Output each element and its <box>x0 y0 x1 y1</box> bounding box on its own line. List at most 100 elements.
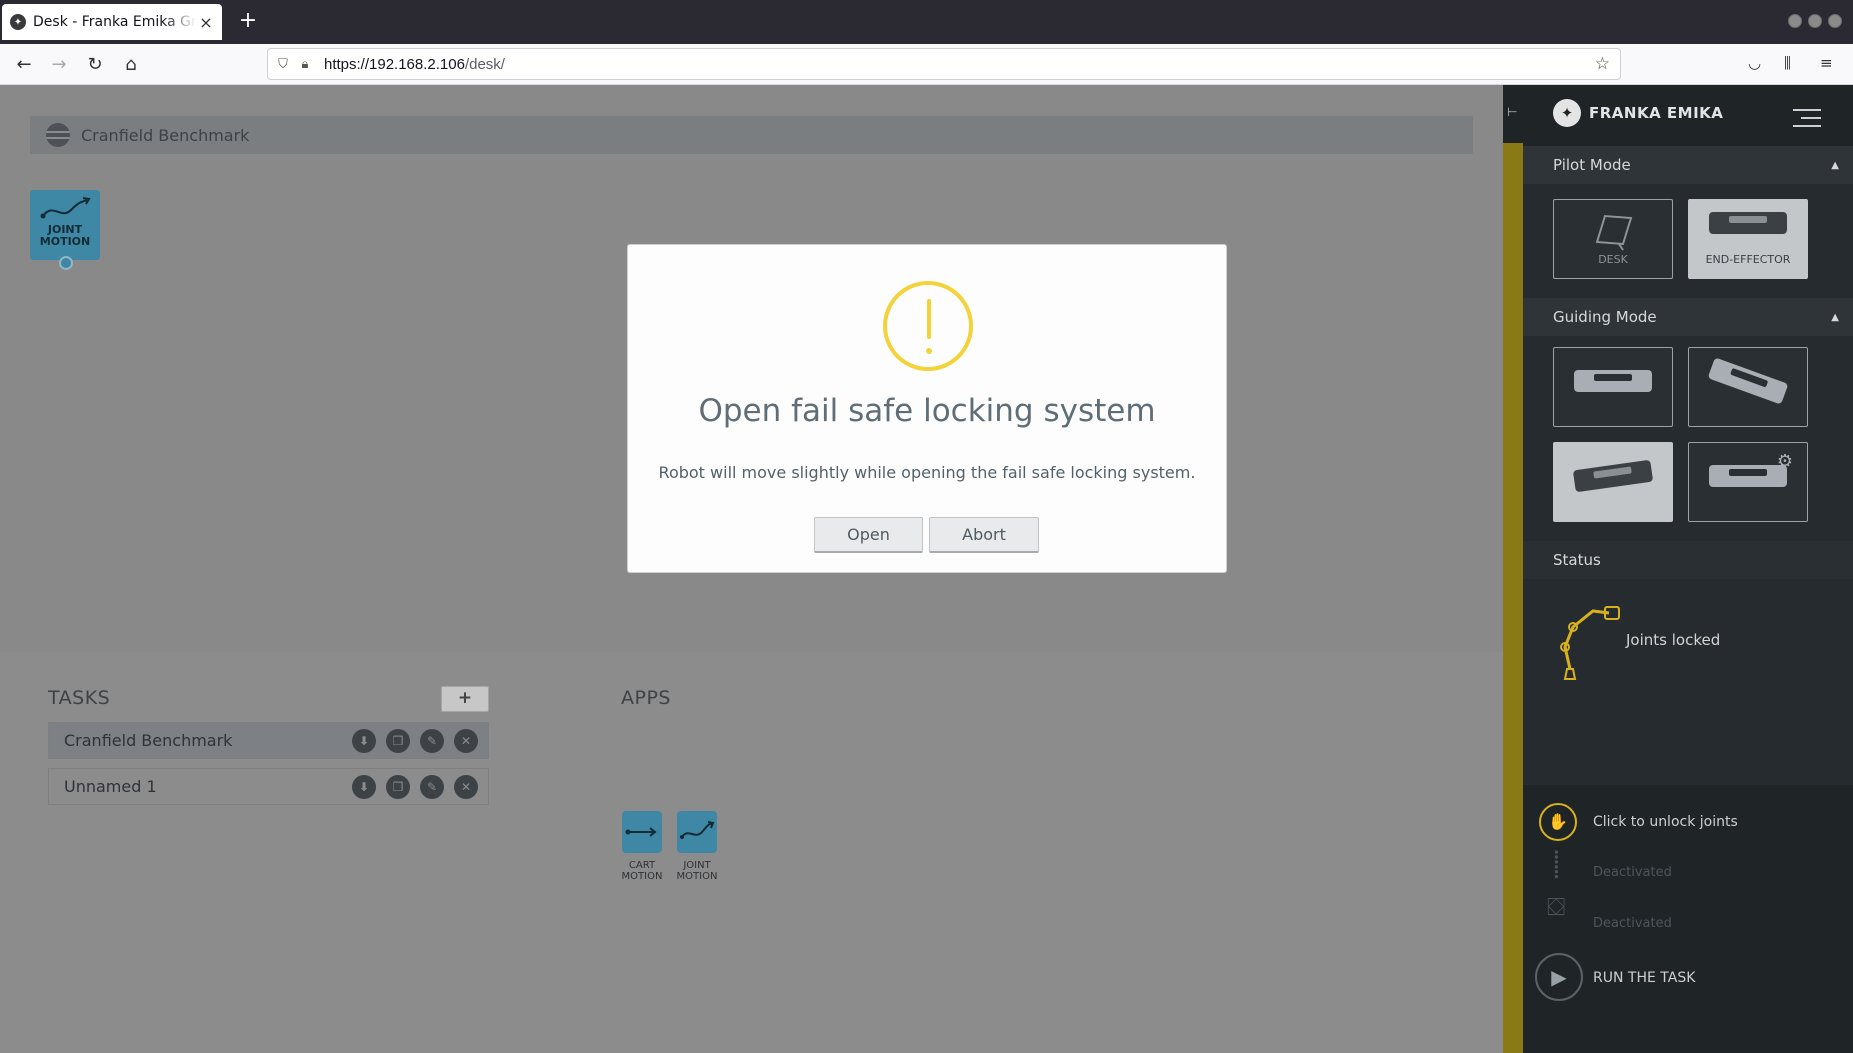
url-text: https://192.168.2.106/desk/ <box>324 56 505 73</box>
guiding-translation-button[interactable] <box>1553 347 1673 427</box>
task-row-cranfield-benchmark[interactable]: Cranfield Benchmark ⬇ ❐ ✎ ✕ <box>48 722 489 759</box>
delete-x-icon[interactable]: ✕ <box>454 774 478 799</box>
browser-tab[interactable]: ✦ Desk - Franka Emika GmbH × <box>2 4 222 40</box>
unlock-joints-icon[interactable]: ✋ <box>1539 803 1577 841</box>
url-host: https://192.168.2.106 <box>324 55 465 73</box>
forward-arrow-icon[interactable]: → <box>46 52 72 78</box>
fail-safe-dialog: Open fail safe locking system Robot will… <box>627 244 1227 573</box>
browser-tab-bar: ✦ Desk - Franka Emika GmbH × + <box>0 0 1853 44</box>
brand: ✦ FRANKA EMIKA <box>1553 99 1723 127</box>
pocket-icon[interactable]: ◡ <box>1748 54 1761 72</box>
copy-icon[interactable]: ❐ <box>386 728 410 753</box>
menu-icon[interactable]: ≡ <box>1820 54 1833 72</box>
placed-skill-joint-motion[interactable]: JOINT MOTION <box>30 190 100 270</box>
home-icon[interactable]: ⌂ <box>118 52 144 78</box>
guiding-rotation-button[interactable] <box>1688 347 1808 427</box>
guiding-translation-icon <box>1574 370 1652 392</box>
franka-favicon-icon: ✦ <box>10 14 26 30</box>
guiding-rotation-icon <box>1707 357 1789 405</box>
abort-button[interactable]: Abort <box>929 517 1039 553</box>
gear-icon: ⚙ <box>1776 451 1793 472</box>
collapse-up-icon[interactable]: ▲ <box>1831 312 1839 323</box>
collapse-up-icon[interactable]: ▲ <box>1831 160 1839 171</box>
pilot-mode-desk[interactable]: DESK <box>1553 199 1673 279</box>
address-bar[interactable]: ⛉ 🔒︎ https://192.168.2.106/desk/ ☆ <box>267 48 1621 80</box>
copy-icon[interactable]: ❐ <box>386 774 410 799</box>
app-joint-motion[interactable] <box>677 811 717 853</box>
pilot-mode-desk-label: DESK <box>1598 253 1628 266</box>
task-row-label: Unnamed 1 <box>64 777 157 796</box>
hand-guiding-icon: ⸽ <box>1553 850 1560 880</box>
control-sidebar: ⊢ ✦ FRANKA EMIKA Pilot Mode ▲ DESK END-E… <box>1503 85 1853 1053</box>
bookmark-star-icon[interactable]: ☆ <box>1595 54 1610 74</box>
action-panel: ✋ Click to unlock joints ⸽ Deactivated ⛋… <box>1523 785 1853 1053</box>
joint-motion-icon <box>40 197 91 219</box>
guiding-mode-panel: ⚙ <box>1523 336 1853 541</box>
task-row-label: Cranfield Benchmark <box>64 731 233 750</box>
guiding-mode-title: Guiding Mode <box>1553 308 1657 326</box>
reload-icon[interactable]: ↻ <box>82 52 108 78</box>
run-task-label[interactable]: RUN THE TASK <box>1593 970 1695 986</box>
status-header: Status <box>1523 541 1853 579</box>
minimize-window-button[interactable] <box>1788 14 1802 28</box>
unlock-joints-label[interactable]: Click to unlock joints <box>1593 814 1738 830</box>
guiding-free-button[interactable] <box>1553 442 1673 522</box>
tab-close-icon[interactable]: × <box>198 13 214 32</box>
download-icon[interactable]: ⬇ <box>352 774 376 799</box>
deactivated-label-2: Deactivated <box>1593 916 1672 931</box>
edit-pencil-icon[interactable]: ✎ <box>420 774 444 799</box>
app-cart-motion[interactable] <box>622 811 662 853</box>
status-text: Joints locked <box>1626 631 1721 649</box>
dialog-title: Open fail safe locking system <box>698 393 1156 429</box>
run-task-play-icon[interactable]: ▶ <box>1535 953 1583 1001</box>
lock-icon[interactable]: 🔒︎ <box>294 57 316 72</box>
app-joint-motion-label: JOINT MOTION <box>676 860 718 882</box>
guiding-custom-icon <box>1709 465 1787 487</box>
library-icon[interactable]: ⫼ <box>1784 54 1791 72</box>
skill-connector-dot[interactable] <box>59 256 73 270</box>
brand-name: FRANKA EMIKA <box>1589 104 1724 122</box>
franka-logo-icon: ✦ <box>1553 99 1581 127</box>
apps-heading: APPS <box>621 687 671 709</box>
robot-arm-icon <box>1560 606 1620 680</box>
pilot-mode-end-effector-label: END-EFFECTOR <box>1705 253 1791 266</box>
dialog-message: Robot will move slightly while opening t… <box>658 463 1196 482</box>
guiding-free-icon <box>1572 459 1654 493</box>
timeline-task-name: Cranfield Benchmark <box>81 125 250 145</box>
joint-motion-icon <box>680 821 715 839</box>
back-arrow-icon[interactable]: ← <box>11 52 37 78</box>
collapse-sidebar-icon[interactable]: ⊢ <box>1507 105 1517 121</box>
pilot-mode-title: Pilot Mode <box>1553 156 1631 174</box>
task-row-unnamed-1[interactable]: Unnamed 1 ⬇ ❐ ✎ ✕ <box>48 768 489 805</box>
end-effector-icon <box>1709 212 1787 234</box>
tab-title: Desk - Franka Emika GmbH <box>33 14 196 30</box>
guiding-mode-header[interactable]: Guiding Mode ▲ <box>1523 298 1853 336</box>
url-path: /desk/ <box>464 55 505 73</box>
browser-nav-bar: ← → ↻ ⌂ ⛉ 🔒︎ https://192.168.2.106/desk/… <box>0 44 1853 85</box>
tablet-icon <box>1595 214 1633 251</box>
status-color-band <box>1503 143 1523 1053</box>
pilot-mode-header[interactable]: Pilot Mode ▲ <box>1523 146 1853 184</box>
guiding-custom-button[interactable]: ⚙ <box>1688 442 1808 522</box>
close-window-button[interactable] <box>1828 14 1842 28</box>
deactivated-label-1: Deactivated <box>1593 865 1672 880</box>
maximize-window-button[interactable] <box>1808 14 1822 28</box>
add-task-button[interactable]: + <box>441 686 489 712</box>
gripper-icon: ⛋ <box>1547 893 1566 921</box>
cart-motion-icon <box>625 827 657 837</box>
open-button[interactable]: Open <box>814 517 923 553</box>
pilot-mode-panel: DESK END-EFFECTOR <box>1523 184 1853 298</box>
hamburger-menu-icon[interactable] <box>1793 109 1821 133</box>
status-panel: Joints locked <box>1523 579 1853 785</box>
tasks-heading: TASKS <box>48 687 111 709</box>
delete-x-icon[interactable]: ✕ <box>454 728 478 753</box>
globe-icon <box>46 123 70 147</box>
pilot-mode-end-effector[interactable]: END-EFFECTOR <box>1688 199 1808 279</box>
download-icon[interactable]: ⬇ <box>352 728 376 753</box>
new-tab-button[interactable]: + <box>236 10 260 34</box>
edit-pencil-icon[interactable]: ✎ <box>420 728 444 753</box>
warning-exclamation-icon <box>883 281 973 371</box>
shield-icon[interactable]: ⛉ <box>272 57 294 72</box>
placed-skill-label: JOINT MOTION <box>39 223 91 248</box>
task-timeline[interactable]: Cranfield Benchmark <box>30 116 1473 154</box>
